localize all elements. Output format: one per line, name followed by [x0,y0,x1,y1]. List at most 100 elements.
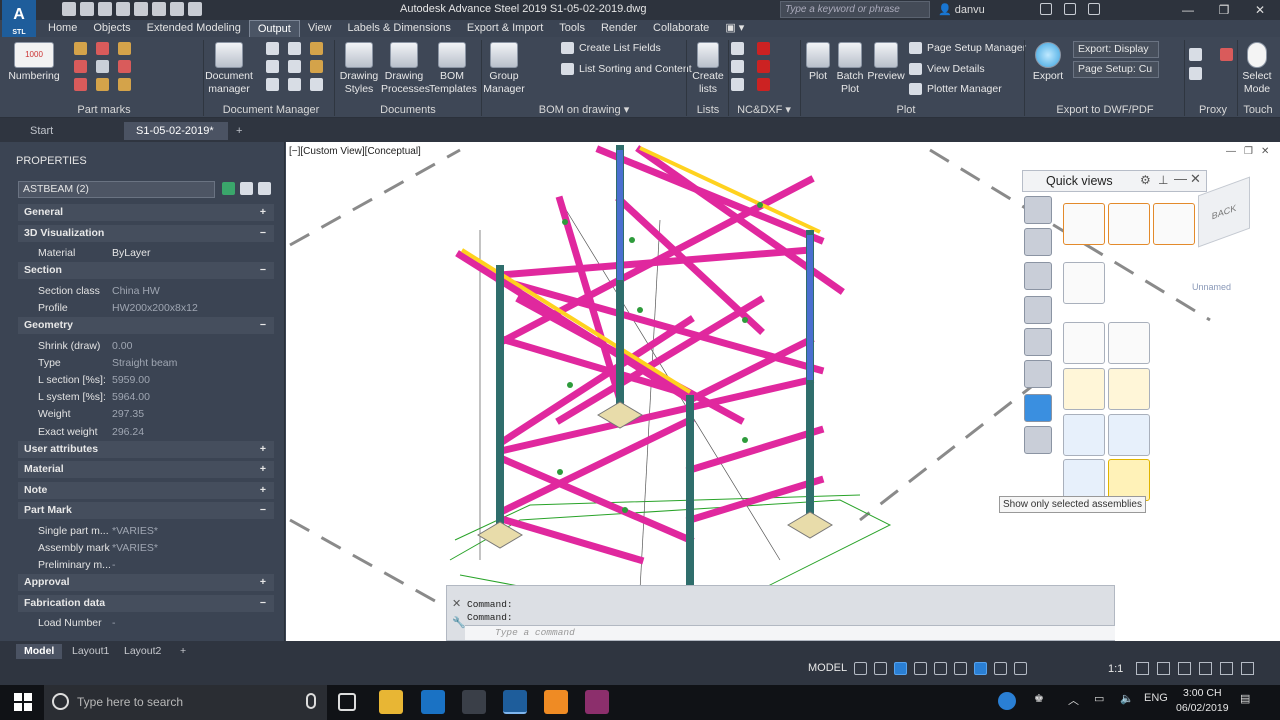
chevron-up-icon[interactable]: ︿ [1068,692,1079,708]
property-category[interactable]: General + [18,204,274,221]
property-row[interactable]: Profile HW200x200x8x12 [18,300,274,317]
mark-tool-icon[interactable] [118,42,131,55]
mark-tool-icon[interactable] [96,78,109,91]
microphone-icon[interactable] [306,693,316,709]
property-value[interactable]: China HW [112,283,160,300]
connection-view-icon[interactable] [1108,203,1150,245]
property-value[interactable]: ByLayer [112,245,151,262]
property-row[interactable]: Assembly mark *VARIES* [18,540,274,557]
tab-render[interactable]: Render [593,20,645,37]
property-category[interactable]: Approval + [18,574,274,592]
expand-icon[interactable]: + [260,441,266,458]
osnap-icon[interactable] [954,662,967,675]
property-value[interactable]: 296.24 [112,424,144,441]
property-category[interactable]: Note + [18,481,274,499]
user-account[interactable]: 👤 danvu [938,3,985,16]
preview-button[interactable]: Preview [867,42,905,83]
property-category[interactable]: User attributes + [18,440,274,458]
proxy-tool-icon[interactable] [1220,48,1233,61]
quick-select-icon[interactable] [258,182,271,195]
clean-screen-icon[interactable] [1220,662,1233,675]
tab-home[interactable]: Home [40,20,85,37]
minimize-icon[interactable]: — [1170,0,1206,20]
add-layout-button[interactable]: + [172,644,194,659]
plus-icon[interactable] [1157,662,1170,675]
snap-icon[interactable] [874,662,887,675]
new-icon[interactable] [62,2,76,16]
viewport-minimize-icon[interactable]: — [1226,146,1236,157]
save-icon[interactable] [98,2,112,16]
tab-tools[interactable]: Tools [551,20,593,37]
property-category[interactable]: Material + [18,461,274,479]
open-icon[interactable] [80,2,94,16]
search-input[interactable]: Type a keyword or phrase [780,1,930,18]
app-purple-icon[interactable] [585,690,609,714]
structure-icon[interactable] [1024,426,1052,454]
shapes-view-icon[interactable] [1108,322,1150,364]
collapse-icon[interactable]: − [260,225,266,242]
collapse-icon[interactable]: − [260,502,266,519]
property-category[interactable]: Part Mark − [18,502,274,520]
task-view-icon[interactable] [338,693,356,711]
help-icon[interactable] [1088,3,1100,15]
ortho-icon[interactable] [894,662,907,675]
property-value[interactable]: - [112,557,116,574]
property-value[interactable]: *VARIES* [112,523,158,540]
plotter-manager-button[interactable]: Plotter Manager [909,83,1002,95]
doc-tool-icon[interactable] [266,78,279,91]
property-value[interactable]: - [112,615,116,632]
property-row[interactable]: L system [%s]: 5964.00 [18,389,274,406]
tab-drawing-file[interactable]: S1-05-02-2019* [124,122,228,140]
tab-extended-modeling[interactable]: Extended Modeling [139,20,249,37]
tab-objects[interactable]: Objects [85,20,138,37]
wrench-icon[interactable]: 🔧 [452,616,466,629]
property-value[interactable]: 5964.00 [112,389,150,406]
doc-tool-icon[interactable] [266,42,279,55]
model-space-toggle[interactable]: MODEL [808,662,847,674]
create-list-fields-button[interactable]: Create List Fields [561,42,661,54]
assembly-filter-icon[interactable] [1024,394,1052,422]
bom-templates-button[interactable]: BOM Templates [429,42,477,96]
customization-menu-icon[interactable] [1241,662,1254,675]
isolate-icon[interactable] [1178,662,1191,675]
nc-tool-icon[interactable] [731,78,744,91]
tab-model[interactable]: Model [16,644,63,659]
property-value[interactable]: Straight beam [112,355,177,372]
section-corner-icon[interactable] [1108,414,1150,456]
mark-tool-icon[interactable] [118,60,131,73]
property-value[interactable]: 5959.00 [112,372,150,389]
property-category[interactable]: Section − [18,262,274,280]
drawing-processes-button[interactable]: Drawing Processes [381,42,430,96]
hardware-acceleration-icon[interactable] [1199,662,1212,675]
add-tab-button[interactable]: + [230,122,252,140]
tab-labels-dimensions[interactable]: Labels & Dimensions [340,20,459,37]
edge-icon[interactable] [421,690,445,714]
viewport-restore-icon[interactable]: ❐ [1244,146,1253,157]
3d-osnap-icon[interactable] [994,662,1007,675]
annotation-scale[interactable]: 1:1 [1108,663,1123,675]
plate-view-icon[interactable] [1063,368,1105,410]
command-input[interactable]: Type a command [465,625,1115,640]
pin-icon[interactable]: ⊥ [1158,173,1168,187]
cube-view-icon[interactable] [1063,262,1105,304]
isodraft-icon[interactable] [934,662,947,675]
property-row[interactable]: Type Straight beam [18,355,274,372]
property-row[interactable]: Single part m... *VARIES* [18,523,274,540]
ribbon-options-icon[interactable]: ▣ ▾ [717,20,752,37]
doc-tool-icon[interactable] [288,60,301,73]
collapse-icon[interactable]: − [260,595,266,612]
close-command-icon[interactable]: ✕ [452,597,461,610]
select-objects-icon[interactable] [240,182,253,195]
close-panel-icon[interactable]: ✕ [1190,171,1201,187]
dxf-icon[interactable] [731,60,744,73]
plate-only-icon[interactable] [1108,368,1150,410]
volume-icon[interactable]: 🔈 [1120,692,1134,705]
annotation-icon[interactable] [1014,662,1027,675]
drawing-styles-button[interactable]: Drawing Styles [338,42,380,96]
viewport-controls[interactable]: [−][Custom View][Conceptual] [289,146,421,157]
battery-icon[interactable]: ▭ [1094,692,1104,705]
property-value[interactable]: *VARIES* [112,540,158,557]
people-icon[interactable]: ♚ [1034,692,1044,705]
viewport-close-icon[interactable]: ✕ [1261,146,1269,157]
expand-icon[interactable]: + [260,461,266,478]
